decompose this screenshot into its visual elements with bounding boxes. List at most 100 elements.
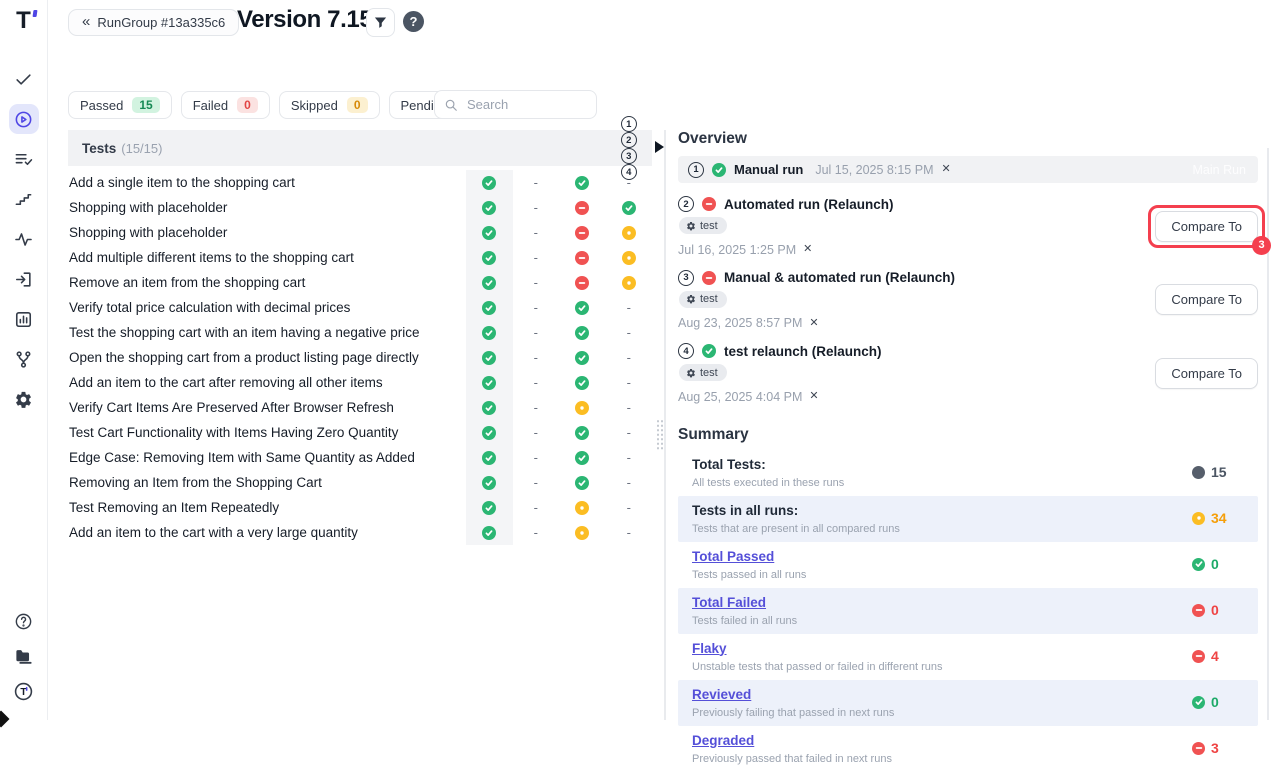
result-cell-run-1[interactable] bbox=[466, 345, 513, 370]
filter-chip-skipped[interactable]: Skipped0 bbox=[279, 91, 380, 119]
result-cell-run-3[interactable] bbox=[559, 245, 606, 270]
collapse-panel-arrow-icon[interactable] bbox=[655, 141, 664, 153]
result-cell-run-3[interactable] bbox=[559, 445, 606, 470]
steps-icon[interactable] bbox=[9, 184, 39, 214]
import-run-icon[interactable] bbox=[9, 264, 39, 294]
table-row[interactable]: Verify Cart Items Are Preserved After Br… bbox=[68, 395, 652, 420]
testomat-logo[interactable]: T bbox=[11, 8, 37, 34]
result-cell-run-4[interactable] bbox=[606, 245, 653, 270]
table-row[interactable]: Edge Case: Removing Item with Same Quant… bbox=[68, 445, 652, 470]
branch-icon[interactable] bbox=[9, 344, 39, 374]
result-cell-run-4[interactable] bbox=[606, 195, 653, 220]
table-row[interactable]: Add an item to the cart after removing a… bbox=[68, 370, 652, 395]
docs-folder-icon[interactable] bbox=[14, 647, 33, 671]
remove-run-icon[interactable]: ✕ bbox=[809, 318, 818, 329]
summary-link[interactable]: Total Failed bbox=[692, 595, 766, 610]
run-name[interactable]: Manual run bbox=[734, 162, 803, 177]
run-number-2[interactable]: 2 bbox=[621, 132, 637, 148]
help-circle-icon[interactable] bbox=[14, 612, 33, 636]
result-cell-run-3[interactable] bbox=[559, 170, 606, 195]
run-name[interactable]: Manual & automated run (Relaunch) bbox=[724, 270, 955, 285]
result-cell-run-3[interactable] bbox=[559, 195, 606, 220]
compare-to-button[interactable]: Compare To bbox=[1155, 284, 1258, 315]
test-name: Add an item to the cart after removing a… bbox=[68, 375, 466, 390]
compare-to-button[interactable]: Compare To bbox=[1155, 211, 1258, 242]
bar-chart-icon[interactable] bbox=[9, 304, 39, 334]
run-item-main[interactable]: 1Manual runJul 15, 2025 8:15 PM✕Main Run bbox=[678, 156, 1258, 183]
result-cell-run-1[interactable] bbox=[466, 320, 513, 345]
result-cell-run-3[interactable] bbox=[559, 395, 606, 420]
chat-bubble-peek[interactable] bbox=[0, 711, 9, 728]
result-cell-run-1[interactable] bbox=[466, 445, 513, 470]
result-cell-run-1[interactable] bbox=[466, 220, 513, 245]
summary-link[interactable]: Total Passed bbox=[692, 549, 774, 564]
result-cell-run-3[interactable] bbox=[559, 320, 606, 345]
result-cell-run-1[interactable] bbox=[466, 195, 513, 220]
filter-chip-passed[interactable]: Passed15 bbox=[68, 91, 172, 119]
help-button[interactable]: ? bbox=[403, 11, 424, 32]
table-row[interactable]: Test Cart Functionality with Items Havin… bbox=[68, 420, 652, 445]
remove-run-icon[interactable]: ✕ bbox=[803, 244, 812, 255]
result-cell-run-3[interactable] bbox=[559, 495, 606, 520]
run-number-1[interactable]: 1 bbox=[688, 162, 704, 178]
result-cell-run-1[interactable] bbox=[466, 270, 513, 295]
table-row[interactable]: Verify total price calculation with deci… bbox=[68, 295, 652, 320]
result-cell-run-3[interactable] bbox=[559, 470, 606, 495]
table-row[interactable]: Remove an item from the shopping cart- bbox=[68, 270, 652, 295]
run-number-3[interactable]: 3 bbox=[678, 270, 694, 286]
back-to-rungroup-button[interactable]: « RunGroup #13a335c6 bbox=[68, 9, 239, 36]
compare-to-button[interactable]: Compare To bbox=[1155, 358, 1258, 389]
testomat-badge-icon[interactable]: T bbox=[14, 682, 33, 706]
result-cell-run-3[interactable] bbox=[559, 220, 606, 245]
run-number-2[interactable]: 2 bbox=[678, 196, 694, 212]
pulse-icon[interactable] bbox=[9, 224, 39, 254]
result-cell-run-3[interactable] bbox=[559, 370, 606, 395]
play-circle-icon[interactable] bbox=[9, 104, 39, 134]
result-cell-run-1[interactable] bbox=[466, 495, 513, 520]
search-input[interactable] bbox=[434, 90, 597, 119]
run-name[interactable]: Automated run (Relaunch) bbox=[724, 197, 894, 212]
result-cell-run-3[interactable] bbox=[559, 295, 606, 320]
table-row[interactable]: Open the shopping cart from a product li… bbox=[68, 345, 652, 370]
table-row[interactable]: Removing an Item from the Shopping Cart-… bbox=[68, 470, 652, 495]
tag-gear-icon bbox=[686, 221, 696, 231]
list-check-icon[interactable] bbox=[9, 144, 39, 174]
result-cell-run-4[interactable] bbox=[606, 220, 653, 245]
run-number-3[interactable]: 3 bbox=[621, 148, 637, 164]
remove-run-icon[interactable]: ✕ bbox=[941, 164, 950, 175]
passed-status-icon bbox=[575, 476, 589, 490]
result-cell-run-1[interactable] bbox=[466, 520, 513, 545]
result-cell-run-1[interactable] bbox=[466, 245, 513, 270]
table-row[interactable]: Test Removing an Item Repeatedly-- bbox=[68, 495, 652, 520]
result-cell-run-4[interactable] bbox=[606, 270, 653, 295]
result-cell-run-1[interactable] bbox=[466, 295, 513, 320]
result-cell-run-1[interactable] bbox=[466, 470, 513, 495]
result-cell-run-1[interactable] bbox=[466, 420, 513, 445]
table-row[interactable]: Add a single item to the shopping cart-- bbox=[68, 170, 652, 195]
gear-icon[interactable] bbox=[9, 384, 39, 414]
no-result-dash: - bbox=[534, 375, 538, 390]
table-row[interactable]: Shopping with placeholder- bbox=[68, 220, 652, 245]
result-cell-run-1[interactable] bbox=[466, 370, 513, 395]
run-number-4[interactable]: 4 bbox=[678, 343, 694, 359]
table-row[interactable]: Test the shopping cart with an item havi… bbox=[68, 320, 652, 345]
run-number-1[interactable]: 1 bbox=[621, 116, 637, 132]
check-icon[interactable] bbox=[9, 64, 39, 94]
table-row[interactable]: Add multiple different items to the shop… bbox=[68, 245, 652, 270]
table-row[interactable]: Add an item to the cart with a very larg… bbox=[68, 520, 652, 545]
run-name[interactable]: test relaunch (Relaunch) bbox=[724, 344, 882, 359]
result-cell-run-1[interactable] bbox=[466, 170, 513, 195]
resize-grip-handle[interactable] bbox=[656, 419, 665, 451]
summary-link[interactable]: Flaky bbox=[692, 641, 727, 656]
result-cell-run-3[interactable] bbox=[559, 520, 606, 545]
table-row[interactable]: Shopping with placeholder- bbox=[68, 195, 652, 220]
filter-chip-failed[interactable]: Failed0 bbox=[181, 91, 270, 119]
remove-run-icon[interactable]: ✕ bbox=[809, 391, 818, 402]
summary-link[interactable]: Degraded bbox=[692, 733, 754, 748]
result-cell-run-3[interactable] bbox=[559, 270, 606, 295]
filter-button[interactable] bbox=[366, 8, 395, 37]
result-cell-run-1[interactable] bbox=[466, 395, 513, 420]
result-cell-run-3[interactable] bbox=[559, 345, 606, 370]
summary-link[interactable]: Revieved bbox=[692, 687, 751, 702]
result-cell-run-3[interactable] bbox=[559, 420, 606, 445]
